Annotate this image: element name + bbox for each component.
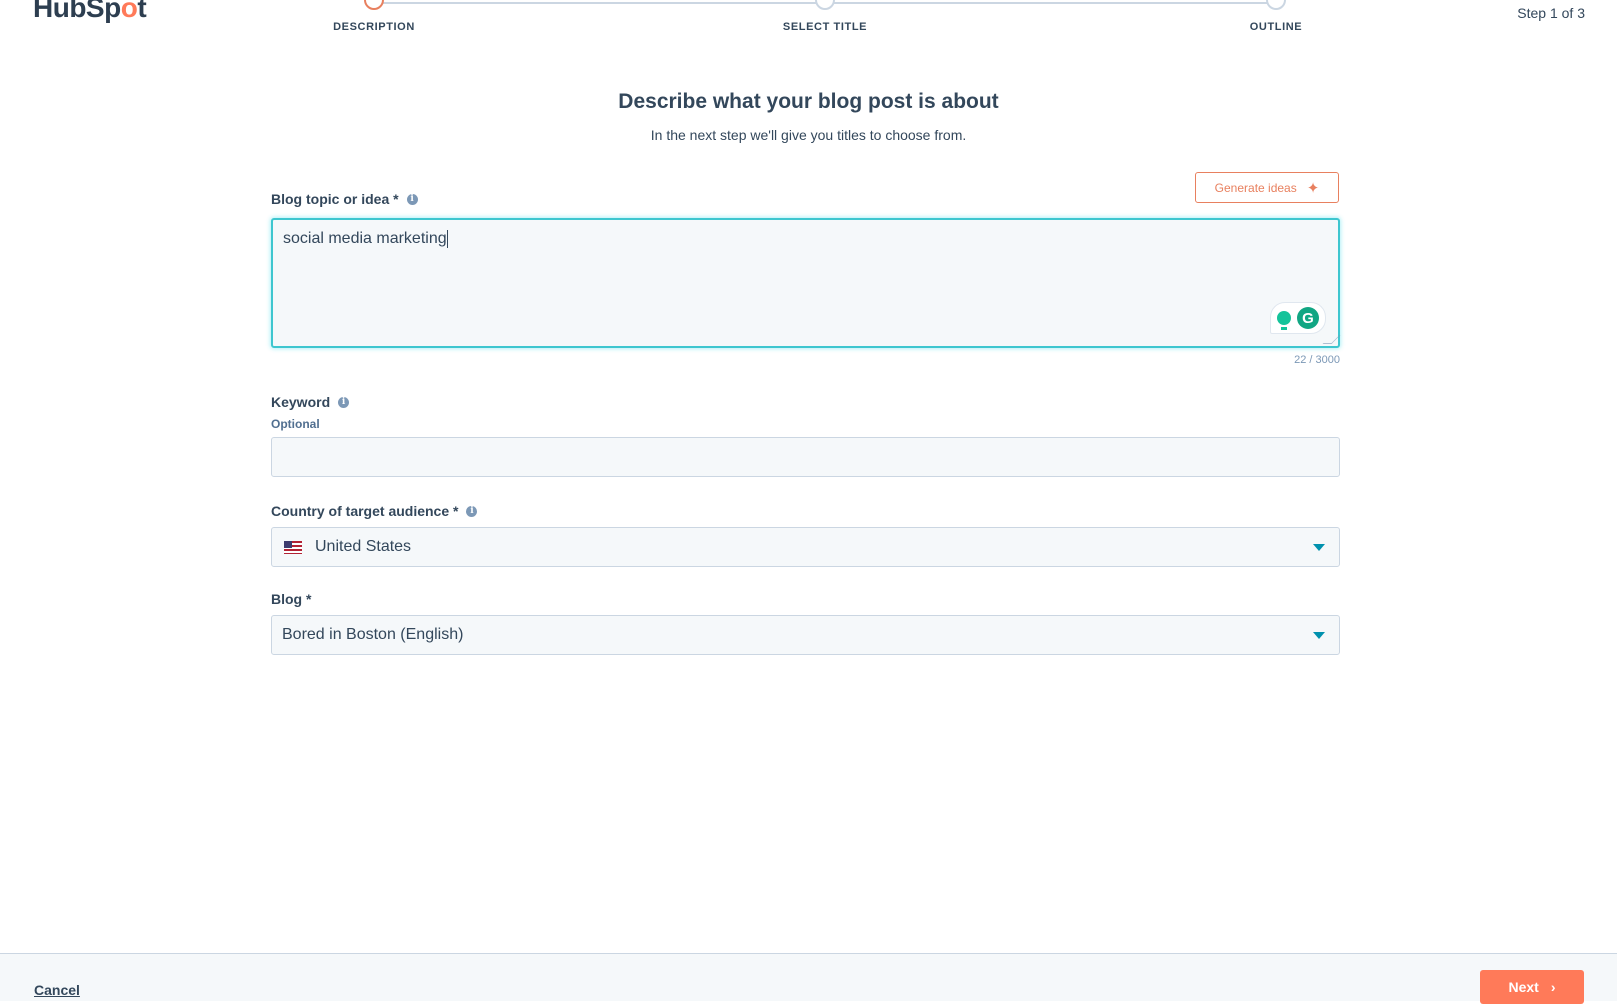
blog-label: Blog * xyxy=(271,591,312,607)
cancel-button[interactable]: Cancel xyxy=(34,982,80,998)
step-label-outline: OUTLINE xyxy=(1249,21,1303,33)
topic-label-row: Blog topic or idea * i xyxy=(271,191,418,207)
blog-value: Bored in Boston (English) xyxy=(282,626,464,643)
keyword-optional-label: Optional xyxy=(271,417,320,431)
progress-stepper: DESCRIPTION SELECT TITLE OUTLINE Step 1 … xyxy=(0,0,1617,50)
country-value: United States xyxy=(315,538,412,555)
info-icon[interactable]: i xyxy=(406,193,418,205)
topic-textarea[interactable]: social media marketing G xyxy=(271,218,1341,348)
step-dot-select-title xyxy=(815,0,835,10)
info-icon[interactable]: i xyxy=(466,505,478,517)
grammarly-icon[interactable]: G xyxy=(1297,307,1319,329)
step-connector xyxy=(825,2,1276,4)
step-dot-outline xyxy=(1266,0,1286,10)
page-subtitle: In the next step we'll give you titles t… xyxy=(650,127,967,143)
next-label: Next xyxy=(1508,979,1539,995)
topic-label: Blog topic or idea * xyxy=(271,191,399,207)
country-label-row: Country of target audience * i xyxy=(271,503,478,519)
country-label: Country of target audience * xyxy=(271,503,459,519)
character-counter: 22 / 3000 xyxy=(1294,354,1340,366)
step-label-description: DESCRIPTION xyxy=(333,21,415,33)
generate-ideas-button[interactable]: Generate ideas ✦ xyxy=(1195,172,1339,203)
step-connector xyxy=(374,2,825,4)
sparkle-icon: ✦ xyxy=(1306,179,1320,197)
generate-ideas-label: Generate ideas xyxy=(1214,180,1297,195)
info-icon[interactable]: i xyxy=(338,396,350,408)
text-caret xyxy=(446,230,448,248)
topic-textarea-value: social media marketing xyxy=(283,230,448,248)
step-count: Step 1 of 3 xyxy=(1517,5,1585,21)
blog-label-row: Blog * xyxy=(271,591,311,607)
chevron-down-icon xyxy=(1313,632,1325,639)
page-title: Describe what your blog post is about xyxy=(618,90,999,113)
country-select[interactable]: United States xyxy=(271,527,1340,567)
resize-handle-icon[interactable] xyxy=(1322,335,1341,344)
footer-bar: Cancel Next › xyxy=(0,953,1617,1004)
chevron-down-icon xyxy=(1313,544,1325,551)
lightbulb-icon[interactable] xyxy=(1277,311,1291,330)
keyword-label-row: Keyword i xyxy=(271,394,350,410)
step-label-select-title: SELECT TITLE xyxy=(782,21,868,33)
blog-select[interactable]: Bored in Boston (English) xyxy=(271,615,1340,655)
us-flag-icon xyxy=(284,540,302,554)
next-button[interactable]: Next › xyxy=(1480,970,1584,1004)
keyword-input[interactable] xyxy=(271,437,1340,477)
step-dot-description xyxy=(364,0,384,10)
grammarly-widget[interactable]: G xyxy=(1270,302,1326,334)
chevron-right-icon: › xyxy=(1550,979,1556,995)
topic-text: social media marketing xyxy=(283,230,447,248)
keyword-label: Keyword xyxy=(271,394,331,410)
